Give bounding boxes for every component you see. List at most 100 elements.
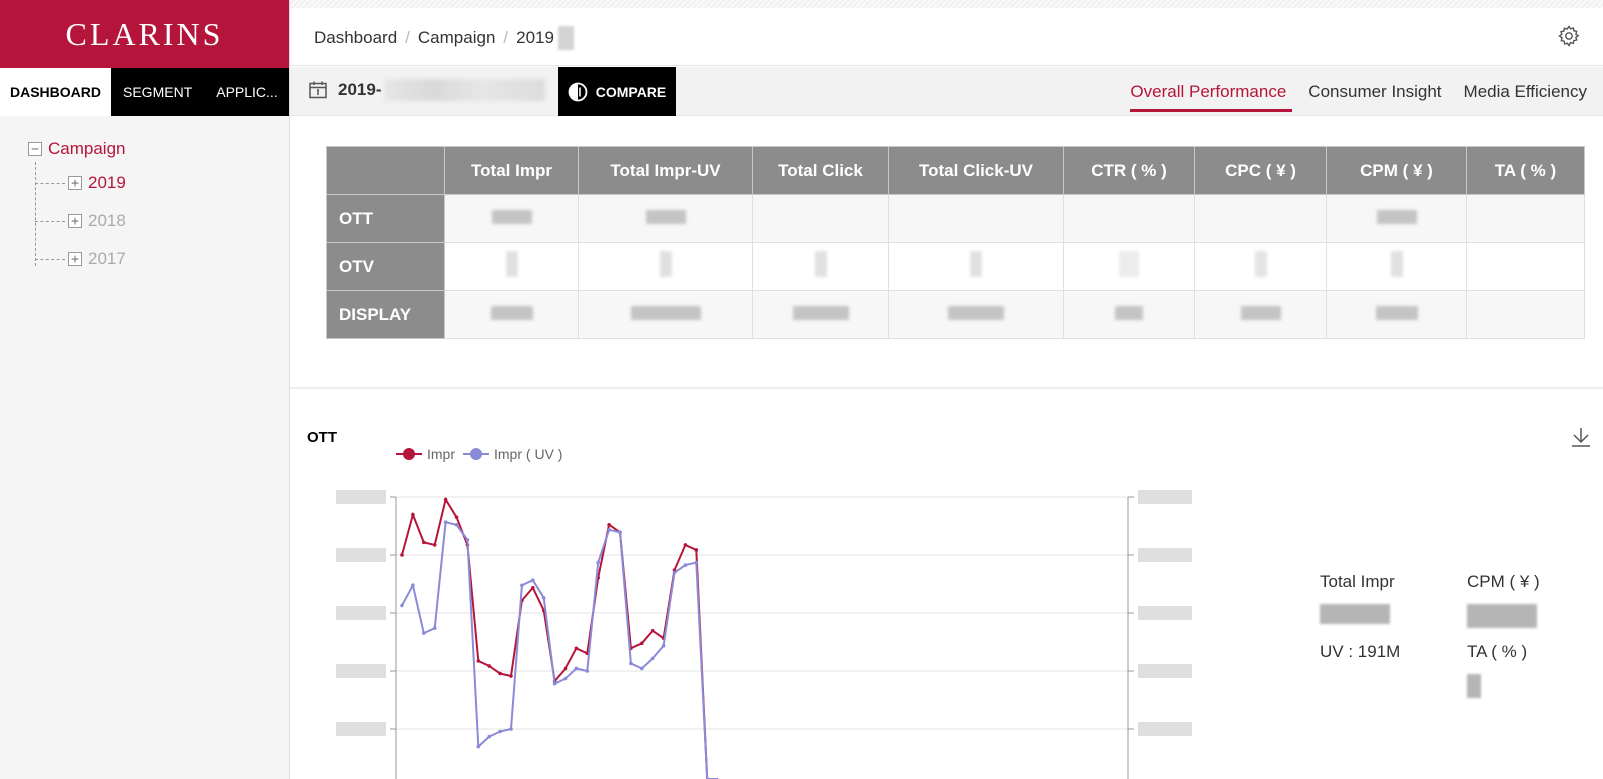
data-point — [650, 656, 655, 661]
table-cell — [1194, 242, 1327, 291]
compare-label: COMPARE — [595, 83, 667, 100]
data-point — [672, 570, 677, 575]
data-point — [683, 563, 688, 567]
legend-label: Impr — [427, 446, 455, 462]
section-divider — [290, 387, 1603, 389]
row-label: OTT — [326, 194, 445, 243]
column-header: CPM ( ¥ ) — [1326, 146, 1467, 195]
data-point — [661, 643, 666, 648]
redacted-y-tick-label — [336, 490, 386, 504]
brand-logo[interactable]: CLARINS — [0, 0, 289, 68]
tab-overall-performance[interactable]: Overall Performance — [1130, 67, 1293, 116]
table-cell — [578, 194, 753, 243]
gear-icon[interactable] — [1557, 24, 1581, 48]
table-cell — [752, 290, 889, 339]
series-line-impr-uv — [401, 520, 719, 779]
table-cell — [1466, 194, 1585, 243]
legend-item-impr-uv[interactable]: Impr ( UV ) — [463, 446, 562, 462]
kpi-total-impr-label: Total Impr — [1320, 572, 1395, 591]
tree-item-label: 2017 — [88, 249, 126, 268]
kpi-ta-label: TA ( % ) — [1467, 642, 1528, 661]
table-cell — [444, 242, 579, 291]
data-point — [509, 674, 513, 678]
legend-item-impr[interactable]: Impr — [396, 446, 455, 462]
data-point — [400, 603, 404, 608]
data-point — [465, 538, 470, 542]
table-header-row: Total Impr Total Impr-UV Total Click Tot… — [326, 146, 1585, 195]
tab-consumer-insight[interactable]: Consumer Insight — [1308, 67, 1441, 116]
table-cell — [1194, 290, 1327, 339]
data-point — [585, 669, 590, 673]
data-point — [552, 681, 557, 686]
data-point — [563, 666, 568, 671]
nav-item-segment[interactable]: SEGMENT — [111, 68, 204, 116]
collapse-icon[interactable]: − — [28, 142, 42, 156]
data-point — [509, 727, 513, 731]
data-point — [422, 631, 426, 635]
column-header: CPC ( ¥ ) — [1194, 146, 1327, 195]
tree-item-2018[interactable]: + 2018 — [35, 202, 289, 240]
date-range-picker[interactable]: 2019- — [308, 79, 546, 101]
calendar-icon — [309, 81, 327, 99]
ott-line-chart — [336, 490, 1192, 779]
compare-button[interactable]: COMPARE — [558, 67, 676, 116]
redacted-value — [1320, 604, 1390, 624]
data-point — [618, 530, 622, 535]
breadcrumb-current: 2019 — [516, 28, 554, 47]
data-point — [574, 646, 579, 651]
data-point — [411, 583, 415, 588]
tab-media-efficiency[interactable]: Media Efficiency — [1464, 67, 1587, 116]
data-point — [650, 628, 655, 633]
data-point — [487, 734, 491, 739]
row-label: DISPLAY — [326, 290, 445, 339]
data-point — [476, 744, 481, 749]
table-cell — [1063, 242, 1195, 291]
table-row: OTT — [326, 194, 1585, 243]
tree-children: + 2019 + 2018 + 2017 — [35, 162, 289, 278]
data-point — [574, 666, 579, 671]
data-point — [443, 520, 448, 525]
download-icon[interactable] — [1570, 426, 1592, 448]
breadcrumb-dashboard[interactable]: Dashboard — [314, 28, 397, 48]
table-cell — [1466, 290, 1585, 339]
kpi-cpm-label: CPM ( ¥ ) — [1467, 572, 1540, 591]
data-point — [498, 729, 502, 734]
breadcrumb: Dashboard / Campaign / 2019 — [314, 26, 574, 50]
brand-name: CLARINS — [65, 15, 224, 52]
date-range-value: 2019- — [338, 80, 382, 99]
redacted-value — [1467, 674, 1481, 698]
redacted-y-tick-label — [336, 548, 386, 562]
table-cell — [444, 194, 579, 243]
nav-item-dashboard[interactable]: DASHBOARD — [0, 68, 111, 116]
redacted-y2-tick-label — [1138, 606, 1192, 620]
breadcrumb-separator: / — [405, 28, 410, 47]
redacted-y2-tick-label — [1138, 490, 1192, 504]
data-point — [640, 641, 644, 646]
table-cell — [752, 242, 889, 291]
tree-item-2019[interactable]: + 2019 — [35, 164, 289, 202]
table-cell — [1063, 194, 1195, 243]
metrics-table: Total Impr Total Impr-UV Total Click Tot… — [326, 146, 1585, 339]
table-row: DISPLAY — [326, 290, 1585, 339]
column-header: TA ( % ) — [1466, 146, 1585, 195]
expand-icon[interactable]: + — [68, 176, 82, 190]
redacted-text — [557, 26, 574, 50]
tree-root-campaign[interactable]: − Campaign — [28, 136, 289, 162]
data-point — [694, 560, 699, 565]
breadcrumb-separator: / — [503, 28, 509, 47]
data-point — [596, 560, 600, 565]
view-tabs: Overall Performance Consumer Insight Med… — [1108, 67, 1587, 116]
data-point — [443, 497, 448, 502]
tree-root-label: Campaign — [48, 139, 126, 158]
breadcrumb-campaign[interactable]: Campaign — [418, 28, 496, 48]
data-point — [411, 512, 415, 517]
data-point — [476, 659, 481, 663]
expand-icon[interactable]: + — [68, 252, 82, 266]
main-nav: DASHBOARD SEGMENT APPLIC... — [0, 68, 289, 116]
tree-item-2017[interactable]: + 2017 — [35, 240, 289, 278]
redacted-y2-tick-label — [1138, 664, 1192, 678]
nav-item-applications[interactable]: APPLIC... — [204, 68, 282, 116]
data-point — [531, 585, 535, 590]
data-point — [400, 553, 404, 557]
expand-icon[interactable]: + — [68, 214, 82, 228]
